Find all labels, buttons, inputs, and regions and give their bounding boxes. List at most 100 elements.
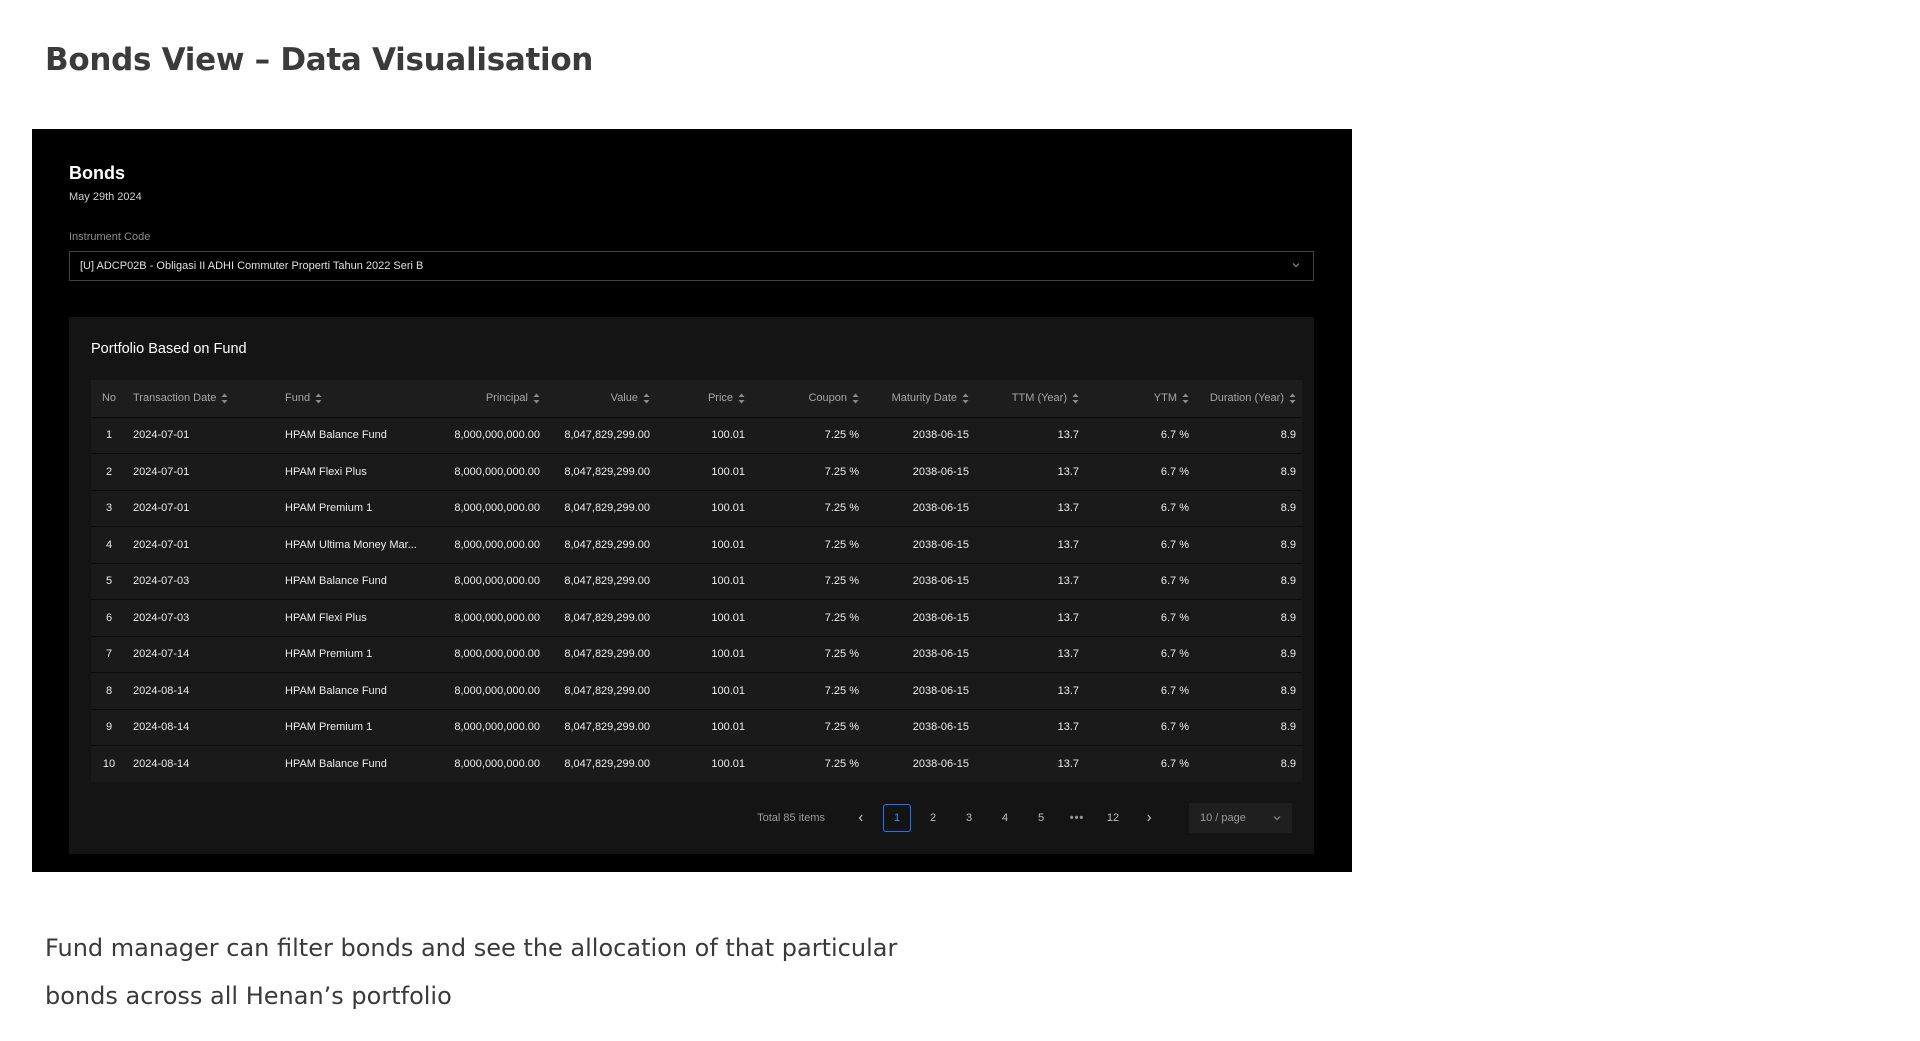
page-size-select[interactable]: 10 / page: [1189, 803, 1292, 833]
cell-ttm: 13.7: [1057, 684, 1079, 697]
sort-icon[interactable]: [533, 393, 540, 404]
cell-fund: HPAM Flexi Plus: [285, 611, 367, 624]
col-header-value[interactable]: Value: [546, 380, 656, 417]
page-jump-ellipsis[interactable]: •••: [1063, 804, 1091, 832]
cell-principal: 8,000,000,000.00: [454, 758, 540, 770]
col-header-transaction-date[interactable]: Transaction Date: [127, 380, 279, 417]
sort-icon[interactable]: [1289, 393, 1296, 404]
sort-icon[interactable]: [643, 393, 650, 404]
cell-value: 8,047,829,299.00: [564, 611, 650, 624]
table-row[interactable]: 1 2024-07-01 HPAM Balance Fund 8,000,000,00…: [91, 417, 1302, 454]
page-button-3[interactable]: 3: [955, 804, 983, 832]
col-header-ytm[interactable]: YTM: [1085, 380, 1195, 417]
sort-icon[interactable]: [315, 393, 322, 404]
cell-duration: 8.9: [1280, 721, 1296, 734]
cell-duration: 8.9: [1280, 611, 1296, 624]
cell-coupon: 7.25 %: [824, 575, 859, 588]
table-body: 1 2024-07-01 HPAM Balance Fund 8,000,000,00…: [91, 417, 1302, 782]
cell-duration: 8.9: [1280, 758, 1296, 770]
cell-price: 100.01: [711, 611, 745, 624]
total-items: Total 85 items: [757, 812, 825, 824]
col-header-duration[interactable]: Duration (Year): [1195, 380, 1302, 417]
table-row[interactable]: 8 2024-08-14 HPAM Balance Fund 8,000,000,00…: [91, 672, 1302, 709]
sort-icon[interactable]: [221, 393, 228, 404]
cell-maturity-date: 2038-06-15: [912, 465, 969, 478]
table-row[interactable]: 6 2024-07-03 HPAM Flexi Plus 8,000,000,000.…: [91, 599, 1302, 636]
instrument-code-value: [U] ADCP02B - Obligasi II ADHI Commuter …: [80, 260, 424, 272]
table-header-row: No Transaction Date Fund Principal Value…: [91, 380, 1302, 417]
cell-ytm: 6.7 %: [1160, 465, 1189, 478]
col-header-maturity-date[interactable]: Maturity Date: [865, 380, 975, 417]
cell-fund: HPAM Premium 1: [285, 502, 373, 515]
cell-price: 100.01: [711, 684, 745, 697]
cell-value: 8,047,829,299.00: [564, 465, 650, 478]
report-date: May 29th 2024: [69, 191, 142, 203]
cell-value: 8,047,829,299.00: [564, 721, 650, 734]
sort-icon[interactable]: [738, 393, 745, 404]
cell-no: 1: [105, 429, 113, 442]
sort-icon[interactable]: [962, 393, 969, 404]
table-row[interactable]: 4 2024-07-01 HPAM Ultima Money Mar... 8,000…: [91, 526, 1302, 563]
cell-principal: 8,000,000,000.00: [454, 502, 540, 515]
cell-transaction-date: 2024-07-01: [133, 538, 190, 551]
cell-transaction-date: 2024-07-03: [133, 575, 190, 588]
cell-ytm: 6.7 %: [1160, 758, 1189, 770]
table-row[interactable]: 7 2024-07-14 HPAM Premium 1 8,000,000,000.0…: [91, 636, 1302, 673]
portfolio-table: No Transaction Date Fund Principal Value…: [91, 380, 1302, 782]
caption-line: Fund manager can filter bonds and see th…: [45, 934, 898, 962]
cell-transaction-date: 2024-07-01: [133, 465, 190, 478]
table-row[interactable]: 2 2024-07-01 HPAM Flexi Plus 8,000,000,000.…: [91, 453, 1302, 490]
cell-fund: HPAM Ultima Money Mar...: [285, 538, 417, 551]
cell-no: 9: [105, 721, 113, 734]
cell-fund: HPAM Premium 1: [285, 721, 373, 734]
page-title: Bonds View – Data Visualisation: [45, 42, 594, 78]
cell-ytm: 6.7 %: [1160, 684, 1189, 697]
chevron-down-icon: [1292, 263, 1300, 268]
cell-price: 100.01: [711, 758, 745, 770]
prev-page-button[interactable]: [847, 804, 875, 832]
portfolio-panel: Portfolio Based on Fund No Transaction D…: [69, 317, 1314, 854]
app-title: Bonds: [69, 163, 125, 183]
col-header-principal[interactable]: Principal: [432, 380, 546, 417]
cell-transaction-date: 2024-07-03: [133, 611, 190, 624]
table-row[interactable]: 10 2024-08-14 HPAM Balance Fund 8,000,000,0…: [91, 745, 1302, 782]
col-header-price[interactable]: Price: [656, 380, 751, 417]
cell-value: 8,047,829,299.00: [564, 502, 650, 515]
sort-icon[interactable]: [852, 393, 859, 404]
cell-maturity-date: 2038-06-15: [912, 611, 969, 624]
col-header-fund[interactable]: Fund: [279, 380, 432, 417]
cell-maturity-date: 2038-06-15: [912, 575, 969, 588]
cell-principal: 8,000,000,000.00: [454, 611, 540, 624]
cell-price: 100.01: [711, 721, 745, 734]
table-row[interactable]: 3 2024-07-01 HPAM Premium 1 8,000,000,000.0…: [91, 490, 1302, 527]
page-button-4[interactable]: 4: [991, 804, 1019, 832]
cell-maturity-date: 2038-06-15: [912, 758, 969, 770]
cell-duration: 8.9: [1280, 502, 1296, 515]
page-button-5[interactable]: 5: [1027, 804, 1055, 832]
cell-transaction-date: 2024-07-14: [133, 648, 190, 661]
next-page-button[interactable]: [1135, 804, 1163, 832]
table-row[interactable]: 9 2024-08-14 HPAM Premium 1 8,000,000,000.0…: [91, 709, 1302, 746]
cell-principal: 8,000,000,000.00: [454, 648, 540, 661]
cell-price: 100.01: [711, 465, 745, 478]
cell-ytm: 6.7 %: [1160, 502, 1189, 515]
cell-duration: 8.9: [1280, 465, 1296, 478]
instrument-code-select[interactable]: [U] ADCP02B - Obligasi II ADHI Commuter …: [69, 251, 1314, 281]
description-caption: Fund manager can filter bonds and see th…: [45, 924, 945, 1020]
page-button-12[interactable]: 12: [1099, 804, 1127, 832]
chevron-right-icon: [1147, 814, 1152, 822]
table-row[interactable]: 5 2024-07-03 HPAM Balance Fund 8,000,000,00…: [91, 563, 1302, 600]
cell-ttm: 13.7: [1057, 429, 1079, 442]
chevron-left-icon: [858, 814, 863, 822]
cell-ttm: 13.7: [1057, 465, 1079, 478]
col-header-ttm[interactable]: TTM (Year): [975, 380, 1085, 417]
sort-icon[interactable]: [1072, 393, 1079, 404]
sort-icon[interactable]: [1182, 393, 1189, 404]
page-button-2[interactable]: 2: [919, 804, 947, 832]
cell-fund: HPAM Balance Fund: [285, 684, 387, 697]
cell-principal: 8,000,000,000.00: [454, 465, 540, 478]
instrument-code-label: Instrument Code: [69, 231, 151, 243]
cell-fund: HPAM Balance Fund: [285, 758, 387, 770]
col-header-coupon[interactable]: Coupon: [751, 380, 865, 417]
page-button-1[interactable]: 1: [883, 804, 911, 832]
